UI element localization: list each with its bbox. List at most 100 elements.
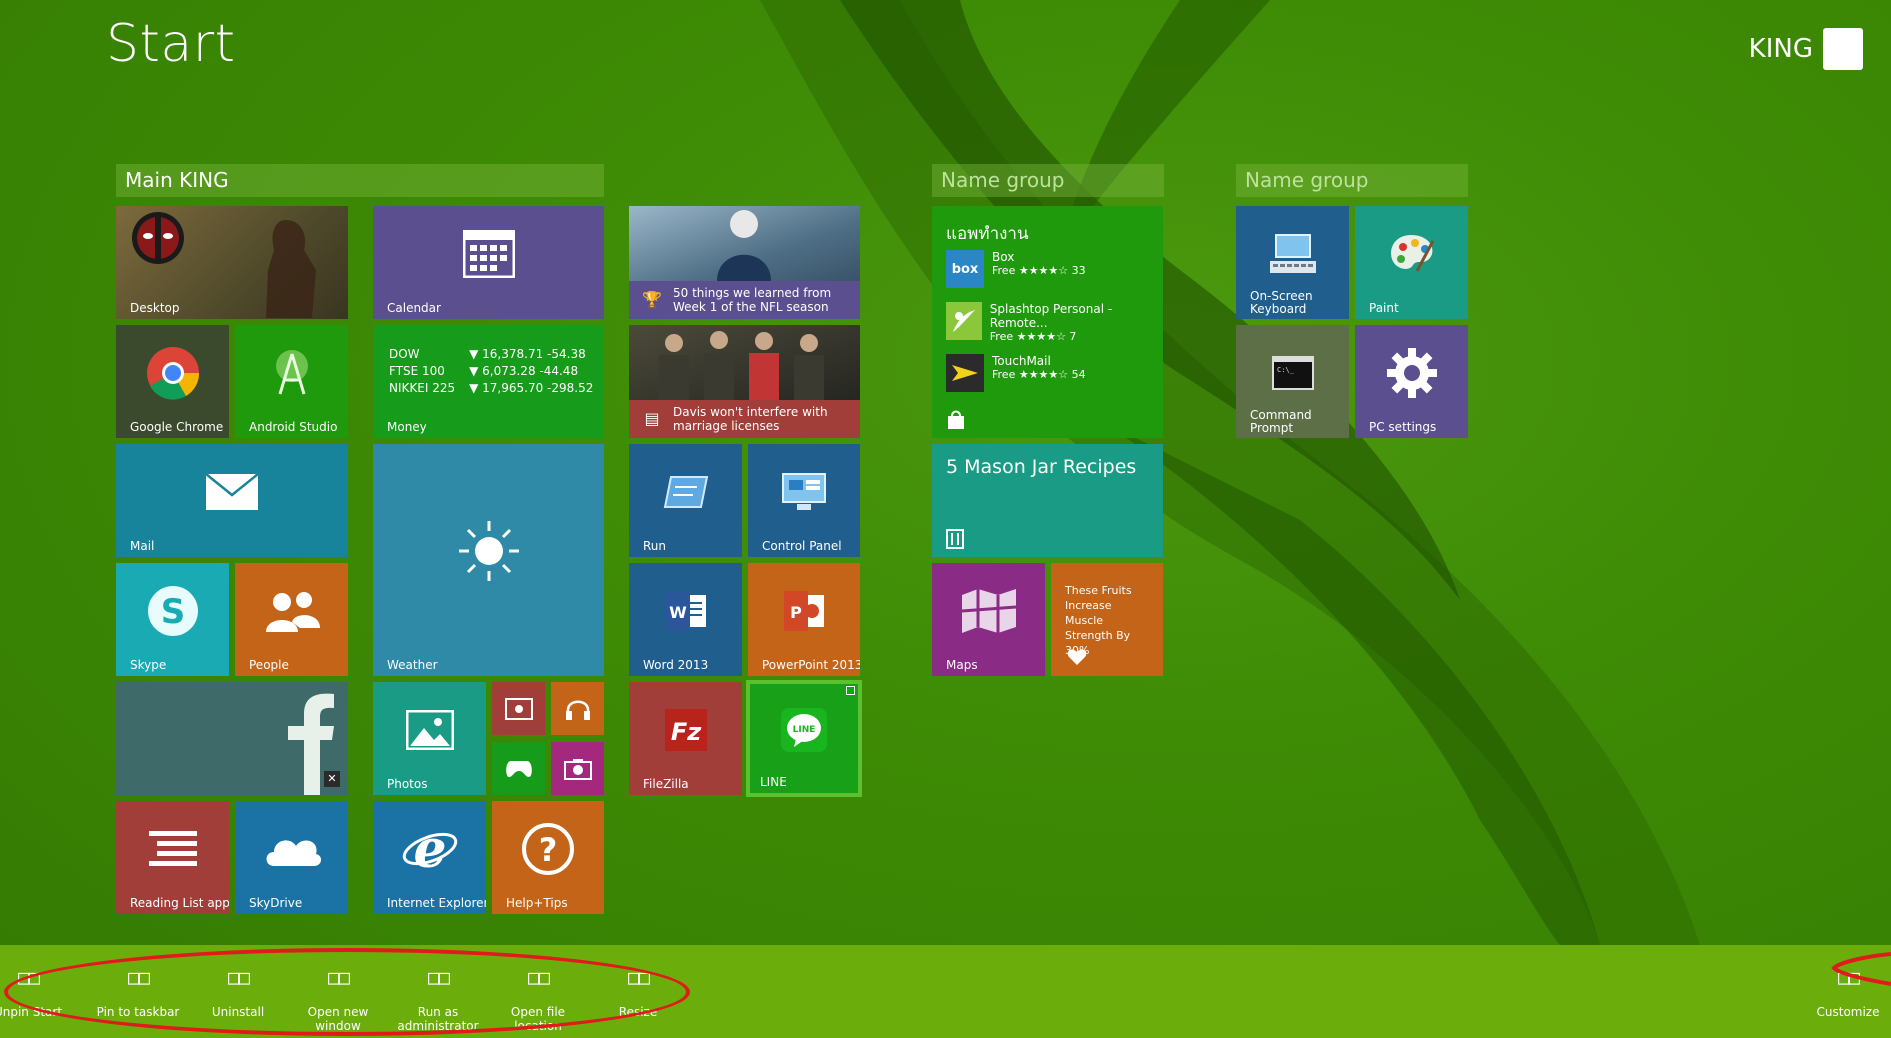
splashtop-icon (946, 302, 982, 340)
tile-google-chrome[interactable]: Google Chrome (116, 325, 229, 438)
chrome-icon (146, 346, 199, 400)
group-header-name-group-2[interactable]: Name group (1236, 164, 1468, 197)
tile-label: Command Prompt (1250, 408, 1312, 435)
badge-close-icon: ✕ (324, 771, 340, 787)
android-studio-icon (275, 349, 308, 394)
tile-help-tips[interactable]: ? Help+Tips (492, 801, 604, 914)
store-app-row[interactable]: TouchMail Free ★★★★☆ 54 (946, 354, 1086, 392)
tile-label: Control Panel (762, 539, 842, 553)
skype-icon: S (147, 585, 198, 636)
tile-label: Skype (130, 658, 167, 672)
tile-label: Photos (387, 777, 428, 791)
tile-paint[interactable]: Paint (1355, 206, 1468, 319)
gear-icon (1386, 347, 1437, 398)
people-icon (265, 591, 320, 632)
folder-icon: □□ (527, 965, 550, 989)
video-icon (504, 697, 533, 720)
tile-label: Run (643, 539, 667, 553)
command-prompt-icon: C:\_ (1271, 355, 1314, 390)
tile-camera[interactable] (551, 742, 604, 795)
tile-control-panel[interactable]: Control Panel (748, 444, 860, 557)
svg-text:Fz: Fz (670, 718, 701, 746)
group-header-main[interactable]: Main KING (116, 164, 604, 197)
tile-skype[interactable]: S Skype (116, 563, 229, 676)
group-header-name-group-1[interactable]: Name group (932, 164, 1164, 197)
tile-label: PowerPoint 2013 (762, 658, 860, 672)
tile-word-2013[interactable]: W Word 2013 (629, 563, 742, 676)
tile-weather[interactable]: Weather (373, 444, 604, 676)
filezilla-icon: Fz (664, 708, 707, 751)
svg-text:e: e (413, 821, 446, 877)
tile-news-davis[interactable]: ▤ Davis won't interfere with marriage li… (629, 325, 860, 438)
command-label: Unpin Start (0, 1005, 63, 1019)
tile-label: LINE (760, 775, 787, 789)
command-label: Resize (618, 1005, 658, 1019)
tile-people[interactable]: People (235, 563, 348, 676)
tile-money[interactable]: DOW ▼ 16,378.71 -54.38 FTSE 100 ▼ 6,073.28… (373, 325, 604, 438)
tile-photos[interactable]: Photos (373, 682, 486, 795)
tile-powerpoint-2013[interactable]: P PowerPoint 2013 (748, 563, 860, 676)
tile-internet-explorer[interactable]: e Internet Explorer (373, 801, 486, 914)
tile-label: Money (387, 420, 427, 434)
powerpoint-icon: P (784, 590, 824, 631)
tile-store[interactable]: แอพทำงาน box Box Free ★★★★☆ 33 Splashtop … (932, 206, 1163, 438)
tile-video[interactable] (492, 682, 545, 735)
unpin-from-start-button[interactable]: □□ Unpin Start (0, 945, 78, 1038)
tile-reading-list[interactable]: Reading List app (116, 801, 229, 914)
store-app-row[interactable]: box Box Free ★★★★☆ 33 (946, 250, 1086, 288)
tile-label: PC settings (1369, 420, 1437, 434)
xbox-controller-icon (505, 760, 532, 777)
store-bag-icon (948, 410, 964, 429)
tile-facebook[interactable]: ✕ (116, 682, 348, 795)
tile-health-fruits[interactable]: These Fruits Increase Muscle Strength By… (1051, 563, 1163, 676)
tile-maps[interactable]: Maps (932, 563, 1045, 676)
camera-icon (563, 758, 592, 780)
svg-text:P: P (790, 603, 802, 622)
command-label: Run as administrator (397, 1005, 479, 1033)
deadpool-icon (132, 212, 184, 264)
tile-skydrive[interactable]: SkyDrive (235, 801, 348, 914)
user-account[interactable]: KING (1749, 28, 1863, 70)
tile-music[interactable] (551, 682, 604, 735)
tile-line[interactable]: LINE LINE (746, 680, 862, 797)
unpin-icon: □□ (17, 965, 40, 989)
control-panel-icon (782, 472, 826, 510)
headphones-icon (565, 700, 590, 720)
open-file-location-button[interactable]: □□ Open file location (488, 945, 588, 1038)
tile-recipes[interactable]: 5 Mason Jar Recipes (932, 444, 1163, 557)
paint-palette-icon (1390, 234, 1434, 272)
recipe-headline: 5 Mason Jar Recipes (946, 456, 1137, 478)
deadpool-figure-icon (266, 220, 316, 318)
uninstall-button[interactable]: □□ Uninstall (188, 945, 288, 1038)
box-icon: box (946, 250, 984, 288)
run-icon (663, 475, 708, 508)
store-app-row[interactable]: Splashtop Personal - Remote... Free ★★★★☆… (946, 302, 1163, 344)
tile-games[interactable] (492, 742, 545, 795)
tile-label: Mail (130, 539, 155, 553)
tile-calendar[interactable]: Calendar (373, 206, 604, 319)
resize-button[interactable]: □□ Resize (588, 945, 688, 1038)
word-icon: W (665, 590, 706, 631)
tile-label: Android Studio (249, 420, 338, 434)
newspaper-icon: ▤ (644, 409, 660, 428)
tile-desktop[interactable]: Desktop (116, 206, 348, 319)
tile-mail[interactable]: Mail (116, 444, 348, 557)
tile-pc-settings[interactable]: PC settings (1355, 325, 1468, 438)
pin-to-taskbar-button[interactable]: □□ Pin to taskbar (88, 945, 188, 1038)
internet-explorer-icon: e (402, 821, 457, 877)
tile-on-screen-keyboard[interactable]: On-Screen Keyboard (1236, 206, 1349, 319)
tile-news-nfl[interactable]: 🏆 50 things we learned from Week 1 of th… (629, 206, 860, 319)
run-as-administrator-button[interactable]: □□ Run as administrator (388, 945, 488, 1038)
open-new-window-button[interactable]: □□ Open new window (288, 945, 388, 1038)
food-icon (946, 529, 964, 549)
reading-list-icon (148, 830, 197, 866)
svg-text:W: W (669, 603, 687, 622)
tile-command-prompt[interactable]: C:\_ Command Prompt (1236, 325, 1349, 438)
tile-android-studio[interactable]: Android Studio (235, 325, 348, 438)
tile-label: Help+Tips (506, 896, 568, 910)
tile-label: Internet Explorer (387, 896, 486, 910)
tile-label: SkyDrive (249, 896, 303, 910)
avatar[interactable] (1823, 28, 1863, 70)
tile-filezilla[interactable]: Fz FileZilla (629, 682, 742, 795)
tile-run[interactable]: Run (629, 444, 742, 557)
